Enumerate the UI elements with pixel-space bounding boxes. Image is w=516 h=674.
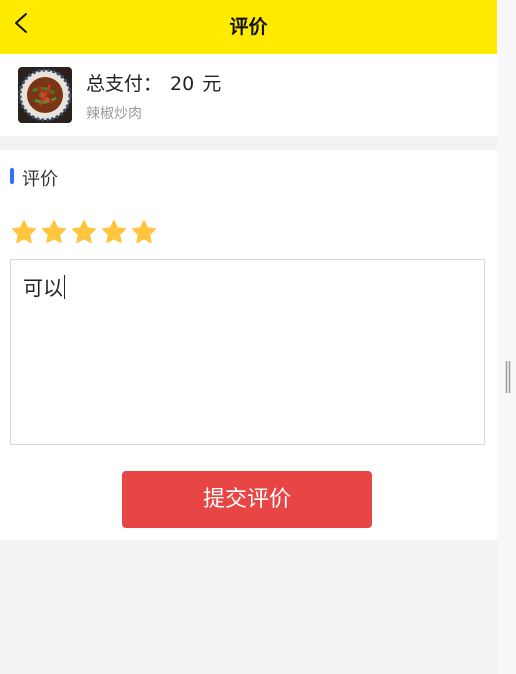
section-title: 评价 bbox=[22, 169, 58, 190]
star-icon[interactable] bbox=[131, 219, 157, 245]
total-label: 总支付： bbox=[86, 73, 163, 95]
scroll-handle-icon[interactable] bbox=[505, 360, 511, 394]
star-icon[interactable] bbox=[71, 219, 97, 245]
review-text: 可以 bbox=[23, 276, 63, 300]
review-panel: 评价 可以 提交评价 bbox=[0, 150, 497, 540]
total-amount: 20 bbox=[170, 73, 195, 95]
section-accent-bar bbox=[10, 168, 14, 184]
app-screen: 评价 总支付： 20 元 辣椒炒肉 评价 可以 提交评价 bbox=[0, 0, 497, 674]
star-rating[interactable] bbox=[11, 219, 157, 245]
dish-thumbnail bbox=[18, 67, 72, 123]
total-payment: 总支付： 20 元 bbox=[86, 69, 221, 96]
star-icon[interactable] bbox=[11, 219, 37, 245]
review-textarea[interactable]: 可以 bbox=[10, 259, 485, 445]
star-icon[interactable] bbox=[41, 219, 67, 245]
page-title: 评价 bbox=[229, 16, 268, 38]
text-cursor bbox=[64, 275, 65, 299]
currency-unit: 元 bbox=[202, 73, 222, 95]
top-bar: 评价 bbox=[0, 0, 497, 54]
order-summary: 总支付： 20 元 辣椒炒肉 bbox=[0, 54, 497, 136]
submit-review-button[interactable]: 提交评价 bbox=[122, 471, 372, 528]
dish-name: 辣椒炒肉 bbox=[86, 106, 142, 122]
star-icon[interactable] bbox=[101, 219, 127, 245]
